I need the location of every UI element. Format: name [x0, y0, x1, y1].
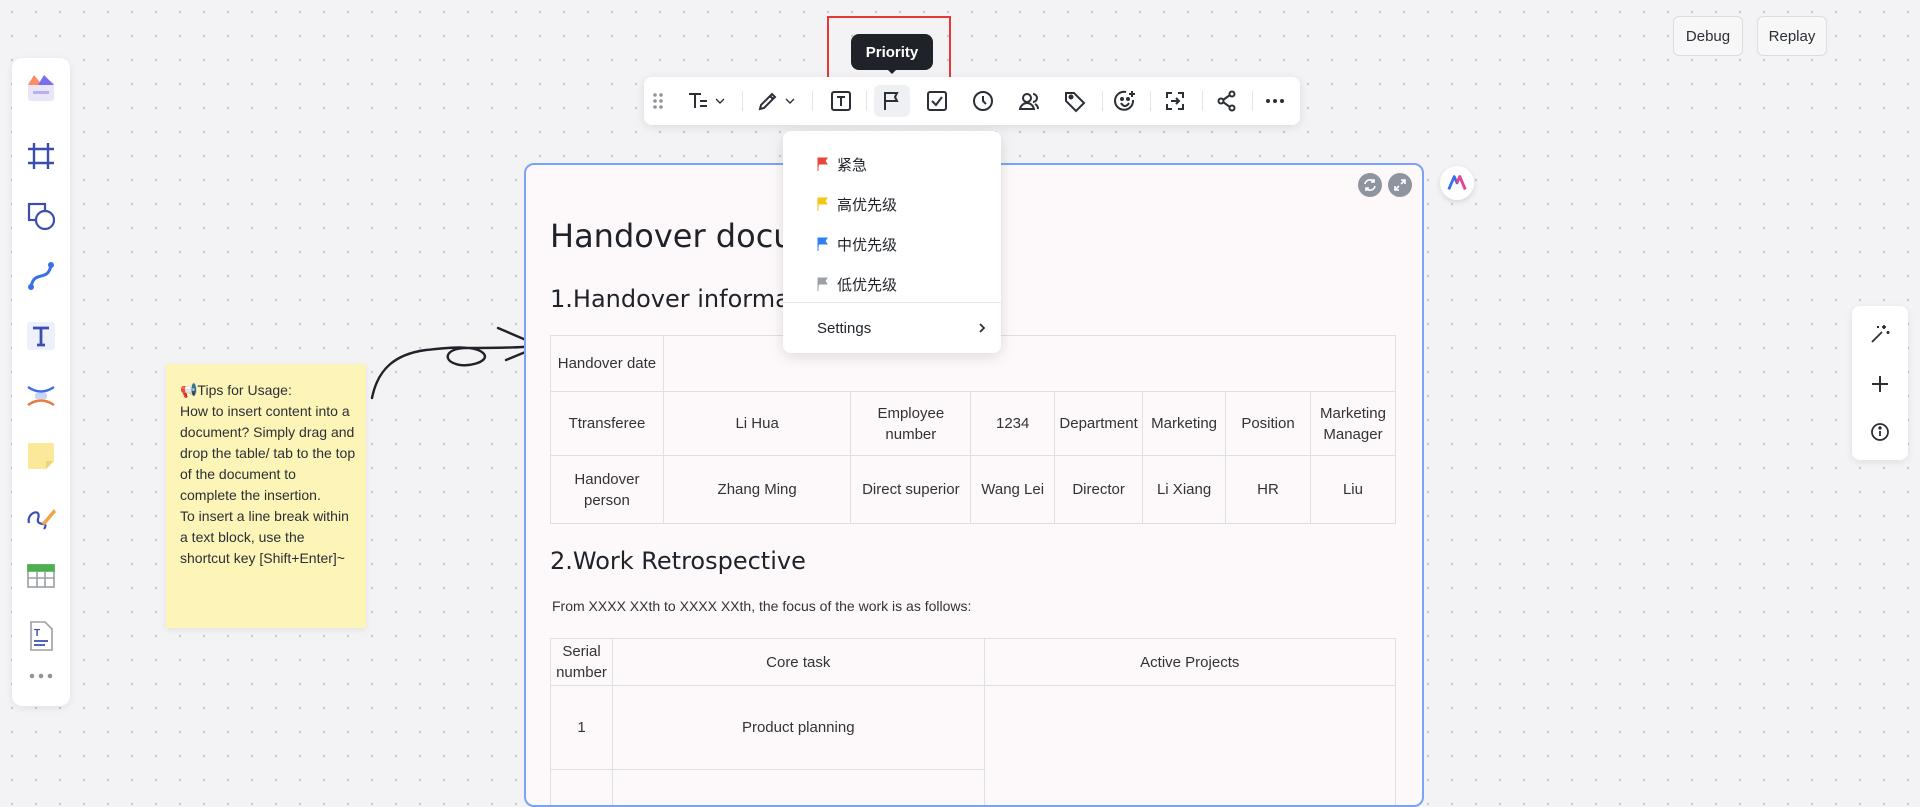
debug-button[interactable]: Debug	[1673, 16, 1743, 56]
text-tool-icon[interactable]	[23, 318, 59, 354]
ai-magic-icon[interactable]	[1868, 322, 1892, 346]
tooltip-arrow	[886, 68, 898, 74]
document-icon[interactable]: T	[23, 618, 59, 654]
table-cell: Marketing	[1143, 392, 1226, 456]
settings-menu-item[interactable]: Settings	[783, 311, 1001, 345]
convert-icon[interactable]	[1158, 85, 1192, 117]
text-style-icon[interactable]	[680, 85, 734, 117]
table-cell: Employee number	[851, 392, 971, 456]
priority-option-medium[interactable]: 中优先级	[783, 227, 1001, 261]
tag-icon[interactable]	[1058, 85, 1092, 117]
sticky-note-icon[interactable]	[23, 438, 59, 474]
connect-icon[interactable]	[1210, 85, 1244, 117]
chevron-right-icon	[975, 321, 989, 335]
table-cell: 1234	[971, 392, 1055, 456]
template-icon[interactable]	[23, 70, 59, 106]
checkbox-icon[interactable]	[920, 85, 954, 117]
text-box-icon[interactable]	[824, 85, 858, 117]
settings-label: Settings	[817, 320, 871, 337]
shape-icon[interactable]	[23, 198, 59, 234]
clock-icon[interactable]	[966, 85, 1000, 117]
priority-option-label: 紧急	[837, 154, 867, 175]
priority-option-label: 高优先级	[837, 194, 897, 215]
table-cell	[551, 770, 613, 807]
table-icon[interactable]	[23, 558, 59, 594]
sticky-note-text: 📢Tips for Usage: How to insert content i…	[180, 380, 356, 569]
add-icon[interactable]	[1868, 372, 1892, 396]
svg-text:T: T	[34, 628, 40, 639]
frame-icon[interactable]	[23, 138, 59, 174]
table-header-cell: Active Projects	[984, 639, 1395, 686]
sticky-note[interactable]: 📢Tips for Usage: How to insert content i…	[166, 364, 366, 628]
people-icon[interactable]	[1012, 85, 1046, 117]
priority-option-label: 中优先级	[837, 234, 897, 255]
flag-icon[interactable]	[874, 85, 910, 117]
right-side-panel	[1852, 306, 1908, 460]
priority-option-urgent[interactable]: 紧急	[783, 147, 1001, 181]
left-toolbar: T	[12, 58, 70, 706]
more-icon[interactable]	[1258, 85, 1292, 117]
table-header-cell: Core task	[612, 639, 984, 686]
emoji-add-icon[interactable]	[1108, 85, 1142, 117]
table-cell: Handover date	[551, 336, 664, 392]
expand-icon[interactable]	[1388, 173, 1412, 197]
handover-info-table: Handover date Ttransferee Li Hua Employe…	[550, 335, 1396, 524]
table-cell: Product planning	[612, 686, 984, 770]
table-cell: Director	[1055, 456, 1143, 524]
table-cell: Li Xiang	[1143, 456, 1226, 524]
table-cell: Marketing Manager	[1310, 392, 1395, 456]
table-cell: Wang Lei	[971, 456, 1055, 524]
table-cell: HR	[1226, 456, 1311, 524]
floating-toolbar	[644, 77, 1300, 125]
table-cell: Position	[1226, 392, 1311, 456]
drag-handle-icon[interactable]	[648, 85, 668, 117]
replay-button[interactable]: Replay	[1757, 16, 1827, 56]
priority-option-label: 低优先级	[837, 274, 897, 295]
connector-icon[interactable]	[23, 258, 59, 294]
info-icon[interactable]	[1868, 420, 1892, 444]
more-tools-icon[interactable]	[23, 666, 59, 686]
table-cell: Li Hua	[663, 392, 851, 456]
table-cell: Zhang Ming	[663, 456, 851, 524]
table-cell	[612, 770, 984, 807]
priority-option-low[interactable]: 低优先级	[783, 267, 1001, 301]
work-retrospective-table: Serial number Core task Active Projects …	[550, 638, 1396, 807]
priority-option-high[interactable]: 高优先级	[783, 187, 1001, 221]
mindmap-icon[interactable]	[23, 378, 59, 414]
hand-drawn-arrow	[366, 318, 546, 408]
priority-dropdown: 紧急 高优先级 中优先级 低优先级 Settings	[783, 131, 1001, 353]
table-header-cell: Serial number	[551, 639, 613, 686]
pen-icon[interactable]	[23, 498, 59, 534]
table-cell: Liu	[1310, 456, 1395, 524]
section-heading-2: 2.Work Retrospective	[550, 547, 806, 575]
table-cell: Department	[1055, 392, 1143, 456]
table-cell: Ttransferee	[551, 392, 664, 456]
table-cell	[984, 686, 1395, 807]
table-cell[interactable]	[663, 336, 1395, 392]
section-heading-1: 1.Handover informatio	[550, 285, 821, 313]
highlighter-icon[interactable]	[750, 85, 804, 117]
priority-tooltip: Priority	[851, 34, 933, 70]
sync-icon[interactable]	[1358, 173, 1382, 197]
table-cell: Direct superior	[851, 456, 971, 524]
doc-paragraph: From XXXX XXth to XXXX XXth, the focus o…	[552, 598, 971, 614]
table-cell: 1	[551, 686, 613, 770]
ai-assistant-icon[interactable]	[1440, 166, 1474, 200]
table-cell: Handover person	[551, 456, 664, 524]
